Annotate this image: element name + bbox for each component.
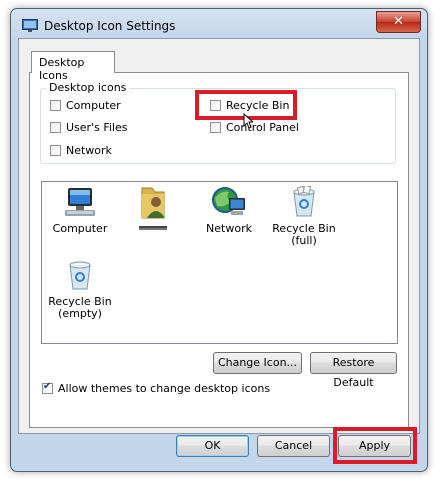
recycle-bin-checkbox-label[interactable]: Recycle Bin	[226, 99, 289, 112]
network-checkbox[interactable]	[50, 145, 61, 156]
icon-item-computer[interactable]: Computer	[40, 186, 120, 235]
cancel-button[interactable]: Cancel	[257, 435, 330, 457]
recycle-bin-full-icon	[293, 186, 315, 217]
icon-caption: Network	[206, 222, 252, 235]
user-files-checkbox-label[interactable]: User's Files	[66, 121, 127, 134]
mouse-cursor-icon	[243, 113, 253, 129]
tab-label: Desktop Icons	[39, 56, 85, 82]
network-icon	[212, 187, 245, 215]
icon-item-network[interactable]: Network	[189, 186, 269, 235]
network-checkbox-label[interactable]: Network	[66, 144, 112, 157]
close-icon: ✕	[393, 14, 404, 29]
computer-icon	[65, 188, 95, 216]
ok-button[interactable]: OK	[176, 435, 249, 457]
allow-themes-label[interactable]: Allow themes to change desktop icons	[58, 382, 270, 395]
icon-item-user-files[interactable]	[113, 184, 193, 237]
icon-caption: Recycle Bin (empty)	[48, 295, 112, 320]
apply-button[interactable]: Apply	[338, 435, 411, 457]
recycle-bin-empty-icon	[69, 261, 91, 290]
icon-caption: Recycle Bin (full)	[272, 222, 336, 247]
user-files-checkbox[interactable]	[50, 122, 61, 133]
group-label: Desktop icons	[46, 81, 130, 94]
title-bar[interactable]: Desktop Icon Settings ✕	[11, 9, 427, 39]
restore-default-button[interactable]: Restore Default	[310, 352, 397, 389]
icon-caption: Computer	[52, 222, 108, 235]
desktop-settings-icon	[22, 19, 38, 32]
control-panel-checkbox-label[interactable]: Control Panel	[226, 121, 299, 134]
change-icon-button[interactable]: Change Icon...	[213, 352, 302, 374]
user-files-icon	[139, 187, 167, 230]
computer-checkbox-label[interactable]: Computer	[66, 99, 121, 112]
allow-themes-checkbox[interactable]	[42, 381, 53, 394]
icon-item-recycle-bin-full[interactable]: Recycle Bin (full)	[264, 186, 344, 247]
icon-item-recycle-bin-empty[interactable]: Recycle Bin (empty)	[40, 261, 120, 320]
tab-desktop-icons[interactable]: Desktop Icons	[31, 51, 115, 82]
recycle-bin-checkbox[interactable]	[210, 100, 221, 111]
window-title: Desktop Icon Settings	[44, 19, 176, 33]
control-panel-checkbox[interactable]	[210, 122, 221, 133]
computer-checkbox[interactable]	[50, 100, 61, 111]
close-button[interactable]: ✕	[376, 11, 421, 33]
